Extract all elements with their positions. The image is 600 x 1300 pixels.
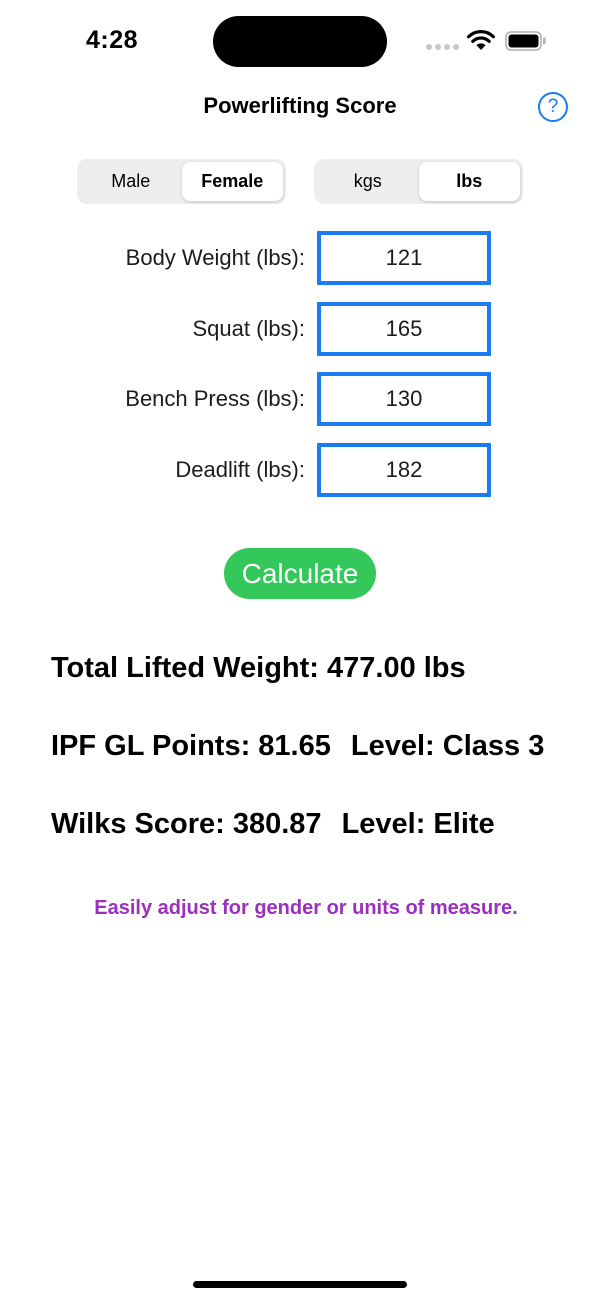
gender-segmented-control[interactable]: Male Female — [77, 159, 286, 204]
body-weight-input[interactable] — [317, 231, 491, 285]
bench-press-label: Bench Press (lbs): — [125, 386, 305, 411]
units-option-lbs[interactable]: lbs — [418, 162, 520, 201]
gender-option-female[interactable]: Female — [181, 162, 283, 201]
deadlift-row: Deadlift (lbs): — [0, 443, 600, 497]
ipf-level: Level: Class 3 — [350, 730, 545, 762]
deadlift-input[interactable] — [317, 443, 491, 497]
tip-text: Easily adjust for gender or units of mea… — [94, 897, 518, 919]
home-indicator[interactable] — [193, 1281, 407, 1288]
body-weight-row: Body Weight (lbs): — [0, 231, 600, 285]
page-title: Powerlifting Score — [203, 93, 397, 118]
status-bar: 4:28 — [0, 0, 600, 80]
ipf-result-row: IPF GL Points: 81.65 Level: Class 3 — [51, 728, 544, 764]
battery-icon — [505, 31, 546, 51]
total-lifted-weight: Total Lifted Weight: 477.00 lbs — [51, 652, 466, 684]
gender-option-male[interactable]: Male — [80, 162, 182, 201]
bench-press-input[interactable] — [317, 372, 491, 426]
cellular-signal-icon — [426, 44, 459, 50]
units-segmented-control[interactable]: kgs lbs — [314, 159, 523, 204]
deadlift-label: Deadlift (lbs): — [175, 457, 305, 482]
bench-press-row: Bench Press (lbs): — [0, 372, 600, 426]
question-circle-icon: ? — [547, 96, 559, 117]
squat-input[interactable] — [317, 302, 491, 356]
units-option-kgs[interactable]: kgs — [317, 162, 419, 201]
squat-row: Squat (lbs): — [0, 302, 600, 356]
squat-label: Squat (lbs): — [192, 316, 306, 341]
body-weight-label: Body Weight (lbs): — [125, 245, 305, 270]
dynamic-island — [213, 16, 387, 67]
wilks-score: Wilks Score: 380.87 — [51, 808, 322, 840]
wilks-result-row: Wilks Score: 380.87 Level: Elite — [51, 806, 495, 842]
wifi-icon — [467, 30, 495, 50]
status-time: 4:28 — [86, 26, 139, 54]
help-button[interactable]: ? — [538, 92, 568, 122]
wilks-level: Level: Elite — [341, 808, 495, 840]
ipf-gl-points: IPF GL Points: 81.65 — [51, 730, 331, 762]
calculate-button[interactable]: Calculate — [224, 548, 376, 599]
